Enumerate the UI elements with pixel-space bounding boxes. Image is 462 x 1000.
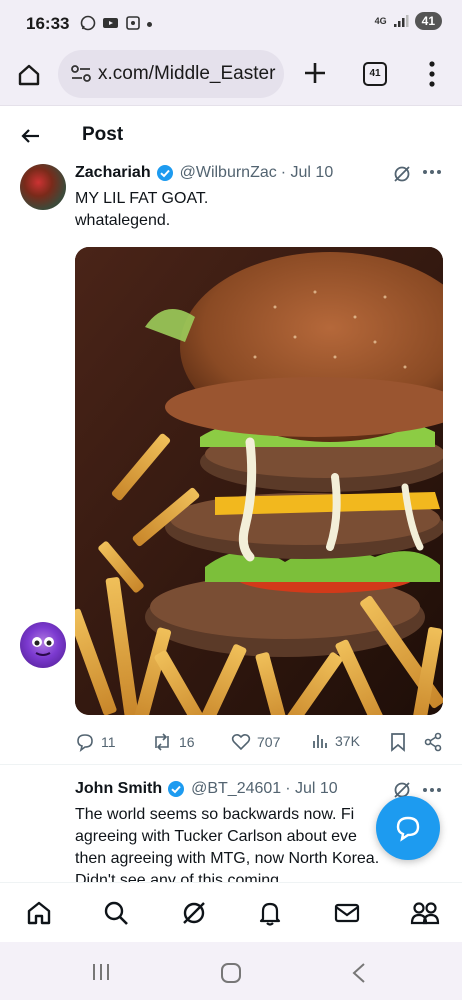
repost-count: 16 <box>179 734 195 750</box>
back-button-icon[interactable] <box>350 962 368 984</box>
views-button[interactable]: 37K <box>311 732 360 750</box>
reply-text-line: The world seems so backwards now. Fi <box>75 806 355 823</box>
status-right: 4G 41 <box>375 12 442 30</box>
grok-icon[interactable] <box>392 164 412 184</box>
tweet-text-line: whatalegend. <box>75 212 171 229</box>
repost-icon <box>155 733 169 751</box>
reply-count: 11 <box>101 734 116 750</box>
compose-reply-button[interactable] <box>376 796 440 860</box>
people-icon[interactable] <box>410 899 440 927</box>
reply-text-line: agreeing with Tucker Carlson about eve <box>75 828 357 845</box>
reply-meta: John Smith @BT_24601 · Jul 10 <box>75 780 338 798</box>
tab-switcher-button[interactable]: 41 <box>363 62 387 86</box>
reply-icon <box>77 734 93 752</box>
analytics-icon <box>313 735 327 748</box>
tweet-actions: 11 16 707 37K <box>75 732 445 756</box>
more-notifications-dot <box>147 21 152 27</box>
like-count: 707 <box>257 734 281 750</box>
verified-badge-icon <box>167 780 185 798</box>
post-header: Post <box>0 116 462 156</box>
network-type: 4G <box>374 15 387 26</box>
search-icon[interactable] <box>102 899 130 927</box>
verified-badge-icon <box>156 164 174 182</box>
url-text: x.com/Middle_Easter <box>98 63 276 84</box>
youtube-icon <box>103 18 118 28</box>
author-name[interactable]: John Smith <box>75 780 162 798</box>
more-options-icon[interactable] <box>423 788 441 792</box>
chat-bubble-icon <box>396 816 420 842</box>
site-settings-icon[interactable] <box>70 64 92 84</box>
system-nav <box>0 942 462 1000</box>
repost-button[interactable]: 16 <box>151 732 195 752</box>
home-icon[interactable] <box>25 899 53 927</box>
bell-icon[interactable] <box>256 899 284 927</box>
avatar[interactable] <box>20 622 66 668</box>
mail-icon[interactable] <box>333 899 361 927</box>
author-name[interactable]: Zachariah <box>75 164 151 182</box>
tweet-meta: Zachariah @WilburnZac · Jul 10 <box>75 164 333 182</box>
new-tab-icon[interactable] <box>302 60 328 86</box>
whatsapp-icon <box>80 15 96 31</box>
status-time: 16:33 <box>26 14 70 33</box>
main-tweet[interactable]: Zachariah @WilburnZac · Jul 10 MY LIL FA… <box>0 156 462 766</box>
browser-toolbar: x.com/Middle_Easter 41 <box>0 46 462 106</box>
home-icon[interactable] <box>16 62 42 88</box>
battery-indicator: 41 <box>414 12 442 30</box>
grok-icon[interactable] <box>180 899 208 927</box>
tweet-text-line: MY LIL FAT GOAT. <box>75 190 209 207</box>
reply-text: The world seems so backwards now. Fi agr… <box>75 804 420 882</box>
page-title: Post <box>82 124 124 145</box>
like-button[interactable]: 707 <box>231 732 280 752</box>
bookmark-icon[interactable] <box>389 732 407 752</box>
heart-icon <box>231 733 251 751</box>
notification-icons <box>80 15 152 31</box>
signal-icon <box>393 15 409 27</box>
browser-menu-icon[interactable] <box>426 60 438 88</box>
more-options-icon[interactable] <box>423 170 441 174</box>
recents-icon[interactable] <box>90 962 112 982</box>
status-bar: 16:33 4G 41 <box>0 0 462 46</box>
tweet-text: MY LIL FAT GOAT. whatalegend. <box>75 188 208 232</box>
screenshot-icon <box>126 16 140 30</box>
back-arrow-icon[interactable] <box>18 124 42 148</box>
author-handle[interactable]: @BT_24601 <box>191 780 281 798</box>
share-icon[interactable] <box>423 732 443 752</box>
tweet-date: · Jul 10 <box>285 780 338 797</box>
avatar[interactable] <box>20 164 66 210</box>
address-bar[interactable]: x.com/Middle_Easter <box>58 50 284 98</box>
view-count: 37K <box>335 733 360 749</box>
author-handle[interactable]: @WilburnZac <box>180 164 277 182</box>
tweet-media-image[interactable] <box>75 247 443 715</box>
tweet-date: · Jul 10 <box>280 164 334 181</box>
reply-button[interactable]: 11 <box>75 732 116 752</box>
bottom-nav <box>0 882 462 942</box>
reply-text-line: Didn't see any of this coming <box>75 872 280 882</box>
home-button-icon[interactable] <box>220 962 242 984</box>
reply-text-line: then agreeing with MTG, now North Korea. <box>75 850 380 867</box>
tweet-divider <box>0 764 462 765</box>
